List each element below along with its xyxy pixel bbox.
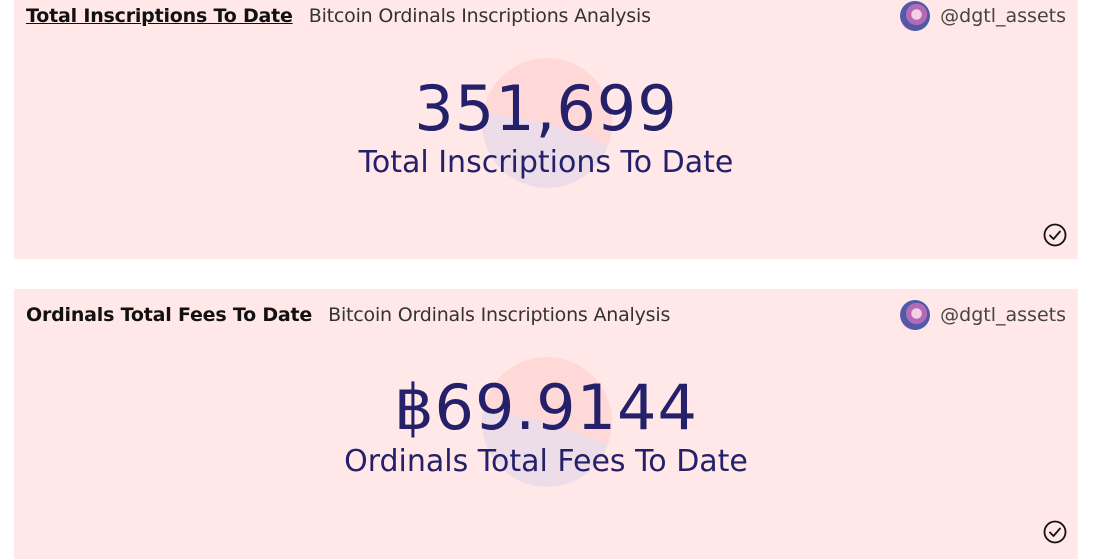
- counter: 351,699 Total Inscriptions To Date: [14, 78, 1078, 178]
- author-link[interactable]: @dgtl_assets: [900, 1, 1066, 31]
- card-title-link[interactable]: Ordinals Total Fees To Date: [26, 304, 312, 326]
- check-circle-icon[interactable]: [1043, 223, 1067, 247]
- card-subtitle: Bitcoin Ordinals Inscriptions Analysis: [328, 304, 671, 326]
- counter-value: 351,699: [414, 72, 678, 145]
- counter-value: ฿69.9144: [394, 371, 698, 444]
- check-circle-icon[interactable]: [1043, 520, 1067, 544]
- counter-card-total-fees: Ordinals Total Fees To Date Bitcoin Ordi…: [14, 289, 1078, 559]
- card-subtitle: Bitcoin Ordinals Inscriptions Analysis: [308, 5, 651, 27]
- author-name: @dgtl_assets: [940, 5, 1066, 27]
- card-title-link[interactable]: Total Inscriptions To Date: [26, 5, 293, 27]
- counter: ฿69.9144 Ordinals Total Fees To Date: [14, 377, 1078, 477]
- author-name: @dgtl_assets: [940, 304, 1066, 326]
- card-header: Ordinals Total Fees To Date Bitcoin Ordi…: [26, 300, 1066, 330]
- author-link[interactable]: @dgtl_assets: [900, 300, 1066, 330]
- avatar: [900, 300, 931, 330]
- counter-card-total-inscriptions: Total Inscriptions To Date Bitcoin Ordin…: [14, 0, 1078, 259]
- avatar: [900, 1, 931, 31]
- card-header: Total Inscriptions To Date Bitcoin Ordin…: [26, 1, 1066, 31]
- counter-label: Total Inscriptions To Date: [358, 145, 734, 180]
- counter-label: Ordinals Total Fees To Date: [344, 444, 748, 479]
